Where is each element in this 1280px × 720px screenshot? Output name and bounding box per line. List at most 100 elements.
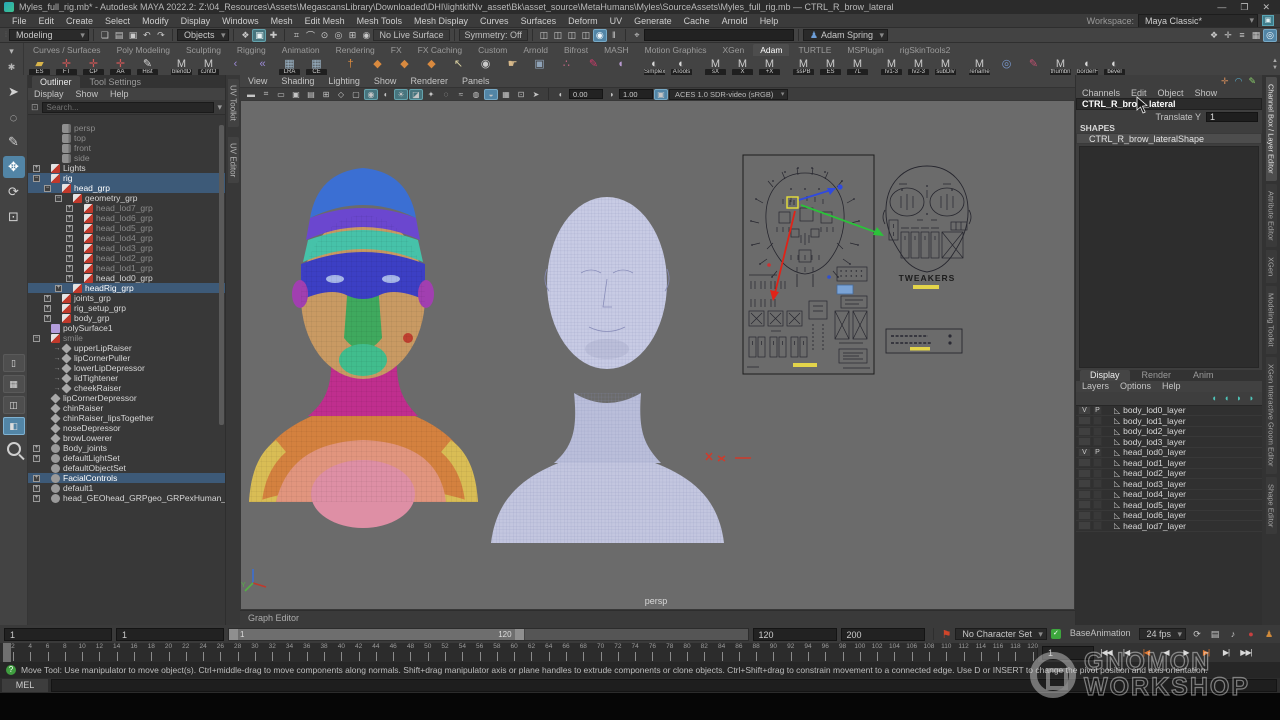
right-side-tab[interactable]: XGen [1266,250,1277,283]
symmetry-box[interactable]: Symmetry: Off [459,29,528,41]
safe-action-icon[interactable]: ◇ [334,89,348,100]
menu-item[interactable]: Generate [628,16,678,26]
expand-toggle-icon[interactable]: + [33,475,40,482]
expand-toggle-icon[interactable]: + [44,305,51,312]
gamma-icon[interactable]: ◑ [604,89,618,100]
move-layer-down-icon[interactable]: ◖ [1224,393,1229,403]
exposure-field[interactable]: 0.00 [569,89,603,99]
expand-toggle-icon[interactable]: + [66,255,73,262]
outliner-item[interactable]: − geometry_grp [28,193,225,203]
make-live-icon[interactable]: ◉ [359,29,373,42]
expand-toggle-icon[interactable]: − [44,185,51,192]
loop-icon[interactable]: ⟳ [1190,628,1204,641]
set-key-icon[interactable]: ⚑ [942,628,952,641]
layer-playback-toggle[interactable] [1093,427,1102,436]
grid-icon[interactable]: ⌗ [259,89,273,100]
borderf-icon[interactable]: ◐ borderF [1074,56,1101,76]
resolution-gate-icon[interactable]: ▣ [289,89,303,100]
render-view-icon[interactable]: ◫ [537,29,551,42]
quick-select-field[interactable] [644,29,794,41]
viewport-menu-item[interactable]: Shading [281,76,314,86]
timeline-tick[interactable]: 16 [134,644,135,661]
expand-toggle-icon[interactable]: + [66,265,73,272]
outliner-item[interactable]: + head_lod4_grp [28,233,225,243]
range-end-handle[interactable] [515,629,524,640]
outliner-scrollbar[interactable] [219,125,224,425]
attr-value-field[interactable]: 1 [1206,112,1258,122]
outliner-item[interactable]: − head_grp [28,183,225,193]
display-layer-row[interactable]: ◺ head_lod7_layer [1076,521,1262,532]
facial-control-board[interactable] [743,155,884,374]
shelf-tab[interactable]: Animation [275,44,327,56]
side-tab[interactable]: UV Toolkit [228,79,239,127]
menu-set-dropdown[interactable]: Modeling [9,29,89,41]
shelf-button[interactable] [695,56,702,76]
blendd-icon[interactable]: M blendD [168,56,195,76]
clip-icon[interactable]: ▤ [1208,628,1222,641]
render-frame-icon[interactable]: ◫ [551,29,565,42]
render-settings-icon[interactable]: ◉ [593,29,607,42]
shelf-button[interactable] [871,56,878,76]
outliner-item[interactable]: defaultObjectSet [28,463,225,473]
right-side-tab[interactable]: Shape Editor [1266,477,1277,534]
follow-head-legend[interactable] [886,329,962,353]
film-gate-icon[interactable]: ▭ [274,89,288,100]
graph-editor-bar[interactable]: Graph Editor [240,610,1075,625]
shelf-button[interactable] [959,56,966,76]
outliner-tab[interactable]: Tool Settings [82,76,150,88]
playhead[interactable] [3,643,11,662]
display-layer-row[interactable]: V P ◺ body_lod0_layer [1076,406,1262,417]
character-set-dropdown[interactable]: No Character Set [955,628,1047,640]
select-hierarchy-icon[interactable]: ❖ [238,29,252,42]
layer-editor-tab[interactable]: Anim [1183,370,1224,381]
shelf-tab[interactable]: Motion Graphics [638,44,714,56]
timeline-tick[interactable]: 38 [324,644,325,661]
menu-item[interactable]: Modify [136,16,175,26]
viewport-menu-item[interactable]: Lighting [328,76,360,86]
timeline-tick[interactable]: 2 [13,644,14,661]
timeline-tick[interactable]: 106 [912,644,913,661]
display-layer-row[interactable]: ◺ head_lod3_layer [1076,479,1262,490]
display-layer-row[interactable]: ◺ body_lod2_layer [1076,427,1262,438]
timeline-tick[interactable]: 116 [998,644,999,661]
multisample-icon[interactable]: ≈ [454,89,468,100]
timeline-tick[interactable]: 54 [462,644,463,661]
timeline-tick[interactable]: 112 [964,644,965,661]
shelf-tab[interactable]: Arnold [516,44,555,56]
cjnto-icon[interactable]: M cJntO [195,56,222,76]
m-rename-icon[interactable]: M rename [966,56,993,76]
timeline-tick[interactable]: 28 [238,644,239,661]
outliner-item[interactable]: → lidTightener [28,373,225,383]
range-slider[interactable]: 1 120 [228,628,749,641]
timeline-tick[interactable]: 102 [877,644,878,661]
anim-layer-checkbox[interactable]: ✓ [1051,629,1061,639]
select-object-icon[interactable]: ▣ [252,29,266,42]
shelf-scroll-down-icon[interactable]: ▼ [1272,65,1278,71]
shelf-tab[interactable]: TURTLE [791,44,838,56]
timeline-tick[interactable]: 78 [670,644,671,661]
timeline-tick[interactable]: 108 [929,644,930,661]
outliner-item[interactable]: + default1 [28,483,225,493]
zoom-layout-icon[interactable] [7,442,21,456]
brush-icon[interactable]: ✎ [580,56,607,76]
expand-toggle-icon[interactable]: + [55,285,62,292]
layer-playback-toggle[interactable] [1093,490,1102,499]
expand-toggle-icon[interactable]: + [66,275,73,282]
menu-item[interactable]: Mesh [265,16,299,26]
display-layer-row[interactable]: ◺ head_lod2_layer [1076,469,1262,480]
channel-menu-item[interactable]: Channels [1082,88,1120,98]
timeline-tick[interactable]: 6 [48,644,49,661]
timeline-tick[interactable]: 96 [825,644,826,661]
double-chevron-icon[interactable]: « [249,56,276,76]
dots-icon[interactable]: ∴ [553,56,580,76]
shelf-tab[interactable]: Adam [753,44,789,56]
undo-icon[interactable]: ↶ [140,29,154,42]
right-side-tab[interactable]: Modeling Toolkit [1266,286,1277,354]
menu-item[interactable]: Mesh Tools [351,16,408,26]
layout-single-icon[interactable]: ▯ [3,354,25,372]
outliner-item[interactable]: → lowerLipDepressor [28,363,225,373]
hook-icon[interactable]: ↖ [445,56,472,76]
menu-item[interactable]: Edit Mesh [299,16,351,26]
shelf-menu-icon[interactable]: ▾ [9,46,14,57]
m-sx-icon[interactable]: M sX [702,56,729,76]
